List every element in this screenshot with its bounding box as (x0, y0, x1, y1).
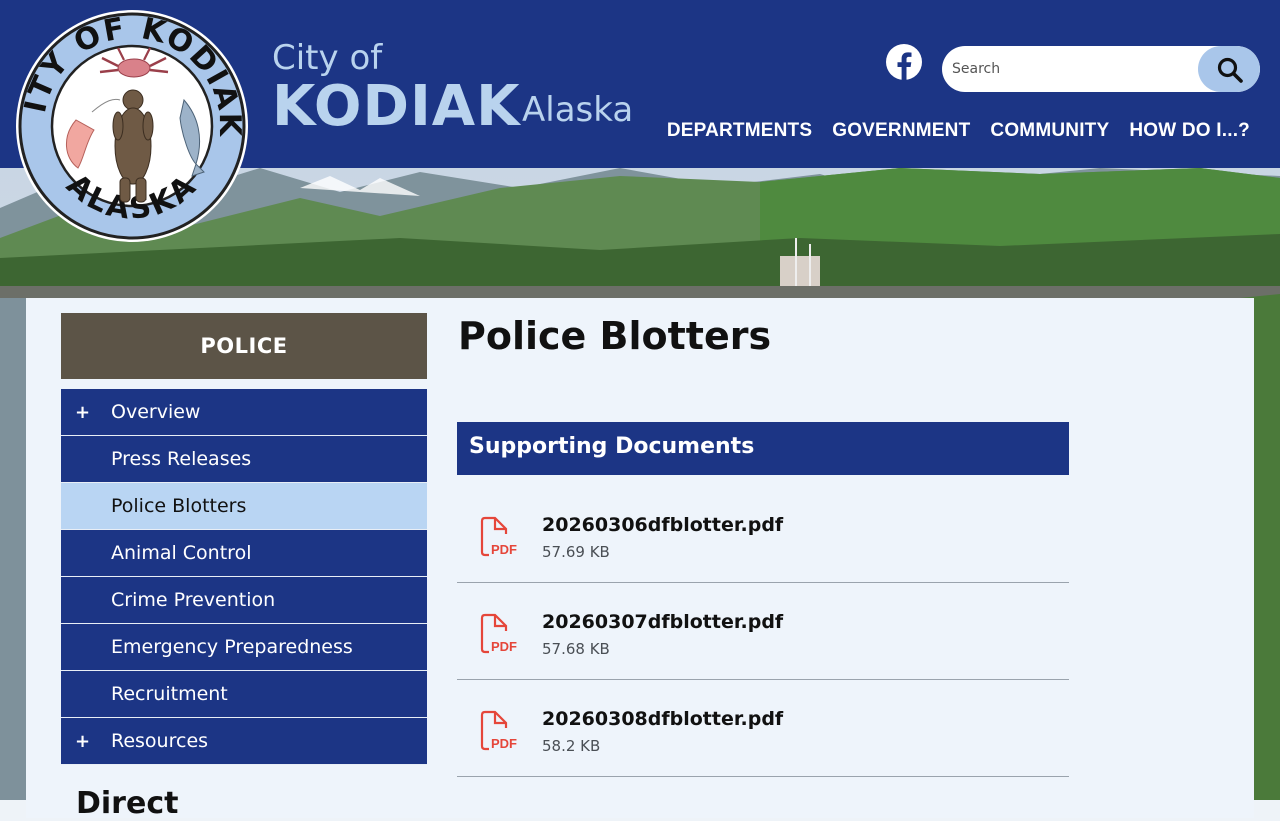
document-size: 57.68 KB (542, 640, 610, 658)
sidebar-item-animal-control[interactable]: Animal Control (61, 530, 427, 577)
brand-name: KODIAK (272, 74, 521, 139)
svg-text:PDF: PDF (491, 736, 517, 751)
sidebar-item-emergency-preparedness[interactable]: Emergency Preparedness (61, 624, 427, 671)
pdf-file-icon: PDF (480, 710, 517, 751)
sidebar-item-label: Police Blotters (111, 495, 247, 517)
search-input[interactable] (942, 46, 1206, 92)
sidebar-item-overview[interactable]: + Overview (61, 389, 427, 436)
nav-how-do-i[interactable]: HOW DO I...? (1129, 120, 1250, 142)
expand-plus-icon[interactable]: + (75, 402, 90, 423)
sidebar-item-press-releases[interactable]: Press Releases (61, 436, 427, 483)
sidebar-item-recruitment[interactable]: Recruitment (61, 671, 427, 718)
brand-state: Alaska (522, 90, 634, 130)
sidebar-item-label: Resources (111, 730, 209, 752)
page-title: Police Blotters (458, 314, 772, 358)
document-item[interactable]: PDF 20260306dfblotter.pdf 57.69 KB (457, 486, 1069, 583)
search-button[interactable] (1198, 46, 1260, 92)
svg-text:PDF: PDF (491, 542, 517, 557)
search-box (942, 46, 1260, 92)
nav-community[interactable]: COMMUNITY (990, 120, 1109, 142)
sidebar-title[interactable]: POLICE (61, 313, 427, 379)
document-name-link[interactable]: 20260306dfblotter.pdf (542, 514, 783, 536)
sidebar-item-label: Animal Control (111, 542, 252, 564)
document-size: 57.69 KB (542, 543, 610, 561)
sidebar-item-label: Crime Prevention (111, 589, 276, 611)
pdf-file-icon: PDF (480, 613, 517, 654)
sidebar-item-label: Press Releases (111, 448, 252, 470)
city-seal-logo[interactable]: CITY OF KODIAK ALASKA (2, 0, 250, 244)
nav-departments[interactable]: DEPARTMENTS (667, 120, 812, 142)
sidebar-nav: + Overview Press Releases Police Blotter… (61, 389, 427, 765)
sidebar-item-label: Recruitment (111, 683, 228, 705)
document-name-link[interactable]: 20260308dfblotter.pdf (542, 708, 783, 730)
supporting-documents-title: Supporting Documents (469, 434, 755, 459)
sidebar-item-label: Emergency Preparedness (111, 636, 353, 658)
nav-government[interactable]: GOVERNMENT (832, 120, 970, 142)
brand-city-of: City of (272, 38, 383, 78)
search-icon (1217, 57, 1243, 83)
expand-plus-icon[interactable]: + (75, 731, 90, 752)
sidebar-item-crime-prevention[interactable]: Crime Prevention (61, 577, 427, 624)
document-name-link[interactable]: 20260307dfblotter.pdf (542, 611, 783, 633)
supporting-documents-header: Supporting Documents (457, 422, 1069, 475)
directory-heading: Direct (76, 786, 179, 821)
document-item[interactable]: PDF 20260307dfblotter.pdf 57.68 KB (457, 583, 1069, 680)
sidebar-item-police-blotters[interactable]: Police Blotters (61, 483, 427, 530)
main-nav: DEPARTMENTS GOVERNMENT COMMUNITY HOW DO … (667, 120, 1250, 142)
facebook-icon[interactable] (886, 44, 922, 80)
sidebar-item-resources[interactable]: + Resources (61, 718, 427, 765)
document-item[interactable]: PDF 20260308dfblotter.pdf 58.2 KB (457, 680, 1069, 777)
sidebar-item-label: Overview (111, 401, 201, 423)
svg-text:PDF: PDF (491, 639, 517, 654)
document-size: 58.2 KB (542, 737, 601, 755)
pdf-file-icon: PDF (480, 516, 517, 557)
